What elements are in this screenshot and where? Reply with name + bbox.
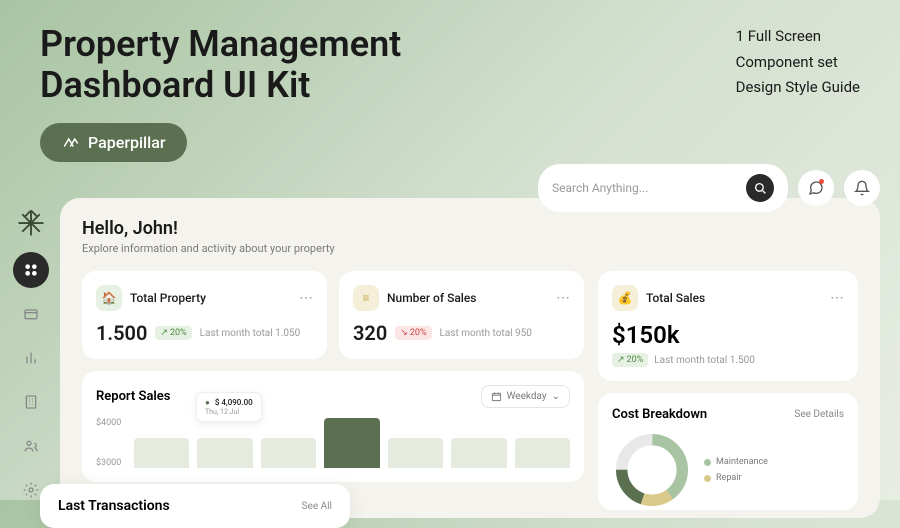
grid-icon	[23, 262, 39, 278]
total-sales-card: 💰 Total Sales ⋯ $150k ↗ 20% Last month t…	[598, 271, 858, 381]
users-icon	[23, 438, 39, 454]
search-icon	[754, 182, 767, 195]
app-logo-icon	[16, 208, 46, 238]
search-button[interactable]	[746, 174, 774, 202]
building-icon	[23, 394, 39, 410]
hero-bullets: 1 Full Screen Component set Design Style…	[736, 24, 860, 101]
trend-down-icon: ↘ 20%	[395, 326, 431, 340]
bell-button[interactable]	[844, 170, 880, 206]
chart-bar	[451, 438, 506, 468]
report-chart: $4000 $3000 $ 4,090.00 Thu, 12 Jul	[96, 418, 570, 468]
bell-icon	[854, 180, 870, 196]
wallet-icon	[23, 306, 39, 322]
search-input[interactable]: Search Anything...	[538, 164, 788, 212]
brand-logo-icon	[62, 133, 80, 151]
chart-icon	[23, 350, 39, 366]
greeting-title: Hello, John!	[82, 218, 858, 239]
brand-pill[interactable]: Paperpillar	[40, 123, 187, 162]
calendar-icon	[491, 391, 502, 402]
more-icon[interactable]: ⋯	[830, 290, 844, 306]
legend-item: Maintenance	[704, 457, 768, 467]
sidebar	[10, 208, 52, 508]
sidebar-item-wallet[interactable]	[13, 296, 49, 332]
sidebar-item-analytics[interactable]	[13, 340, 49, 376]
donut-chart	[612, 430, 692, 510]
chevron-down-icon: ⌄	[552, 391, 560, 402]
chat-button[interactable]	[798, 170, 834, 206]
chart-bar	[134, 438, 189, 468]
greeting: Hello, John! Explore information and act…	[82, 218, 858, 255]
chart-bar	[388, 438, 443, 468]
more-icon[interactable]: ⋯	[299, 290, 313, 306]
sidebar-item-users[interactable]	[13, 428, 49, 464]
last-transactions-card: Last Transactions See All	[40, 484, 350, 528]
sidebar-item-property[interactable]	[13, 384, 49, 420]
period-dropdown[interactable]: Weekday ⌄	[481, 385, 570, 408]
sales-icon: ≡	[353, 285, 379, 311]
trend-up-icon: ↗ 20%	[612, 353, 648, 367]
chart-bar	[515, 438, 570, 468]
chart-bar	[261, 438, 316, 468]
number-sales-card: ≡ Number of Sales ⋯ 320 ↘ 20% Last month…	[339, 271, 584, 359]
legend-item: Repair	[704, 473, 768, 483]
sidebar-item-dashboard[interactable]	[13, 252, 49, 288]
money-bag-icon: 💰	[612, 285, 638, 311]
gear-icon	[23, 482, 39, 498]
dashboard-panel: Search Anything...	[60, 198, 880, 518]
report-sales-card: Report Sales Weekday ⌄ $4000 $3000 $ 4,0…	[82, 371, 584, 482]
see-details-link[interactable]: See Details	[794, 409, 844, 420]
property-icon: 🏠	[96, 285, 122, 311]
cost-breakdown-card: Cost Breakdown See Details Maintenance R…	[598, 393, 858, 510]
see-all-link[interactable]: See All	[302, 501, 332, 512]
chart-tooltip: $ 4,090.00 Thu, 12 Jul	[196, 392, 262, 422]
more-icon[interactable]: ⋯	[556, 290, 570, 306]
trend-up-icon: ↗ 20%	[155, 326, 191, 340]
chart-bar-active	[324, 418, 379, 468]
total-property-card: 🏠 Total Property ⋯ 1.500 ↗ 20% Last mont…	[82, 271, 327, 359]
notification-dot	[819, 179, 824, 184]
greeting-subtitle: Explore information and activity about y…	[82, 242, 858, 255]
chart-bar	[197, 438, 252, 468]
